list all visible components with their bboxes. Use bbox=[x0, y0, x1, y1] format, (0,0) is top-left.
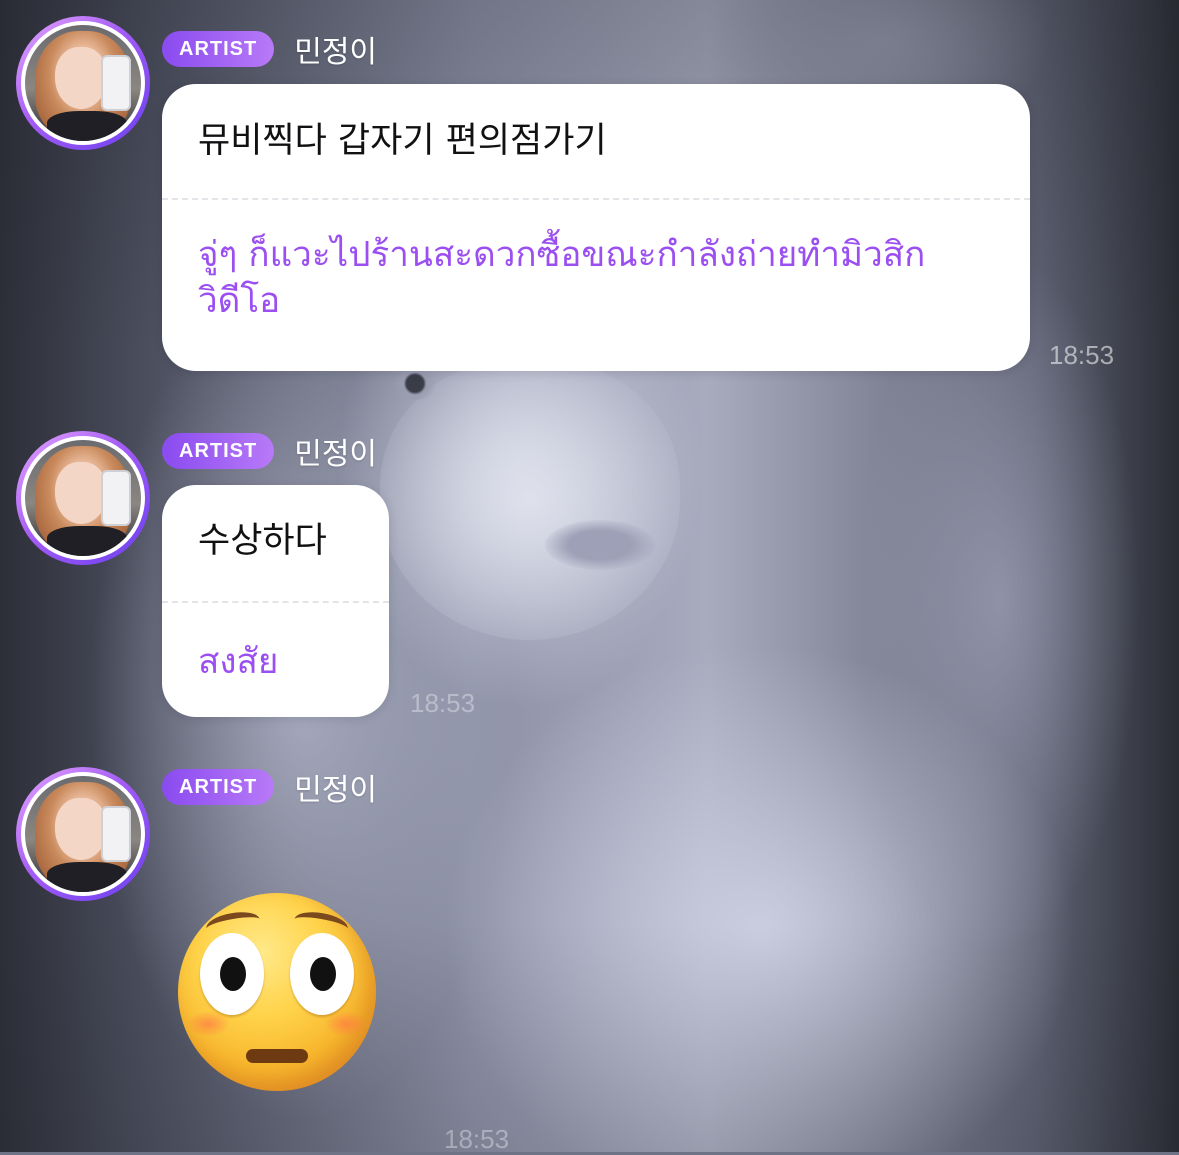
sender-name[interactable]: 민정이 bbox=[294, 27, 377, 71]
message-bubble[interactable]: 수상하다 สงสัย bbox=[162, 485, 389, 717]
avatar[interactable] bbox=[16, 16, 150, 150]
artist-badge: ARTIST bbox=[162, 769, 275, 805]
chat-thread: ARTIST 민정이 뮤비찍다 갑자기 편의점가기 จู่ๆ ก็แวะไปร้… bbox=[0, 0, 1179, 1154]
avatar-photo bbox=[21, 436, 145, 560]
message-header: ARTIST 민정이 bbox=[162, 27, 377, 71]
sender-name[interactable]: 민정이 bbox=[294, 429, 377, 473]
message-translation-text: สงสัย bbox=[198, 642, 279, 682]
flushed-face-icon[interactable] bbox=[178, 893, 376, 1091]
translation-divider bbox=[162, 198, 1030, 200]
message-original-text: 수상하다 bbox=[198, 521, 327, 561]
translation-divider bbox=[162, 601, 389, 603]
avatar[interactable] bbox=[16, 431, 150, 565]
message-original-text: 뮤비찍다 갑자기 편의점가기 bbox=[198, 121, 607, 161]
message-header: ARTIST 민정이 bbox=[162, 765, 377, 809]
message-bubble[interactable]: 뮤비찍다 갑자기 편의점가기 จู่ๆ ก็แวะไปร้านสะดวกซื้อ… bbox=[162, 84, 1030, 371]
message-translation-text: จู่ๆ ก็แวะไปร้านสะดวกซื้อขณะกำลังถ่ายทำม… bbox=[198, 235, 926, 321]
avatar-photo bbox=[21, 21, 145, 145]
avatar-photo bbox=[21, 772, 145, 896]
message-timestamp: 18:53 bbox=[1049, 340, 1115, 370]
message-timestamp: 18:53 bbox=[444, 1124, 510, 1154]
avatar[interactable] bbox=[16, 767, 150, 901]
message-header: ARTIST 민정이 bbox=[162, 429, 377, 473]
sender-name[interactable]: 민정이 bbox=[294, 765, 377, 809]
artist-badge: ARTIST bbox=[162, 433, 275, 469]
message-timestamp: 18:53 bbox=[410, 688, 476, 718]
artist-badge: ARTIST bbox=[162, 31, 275, 67]
